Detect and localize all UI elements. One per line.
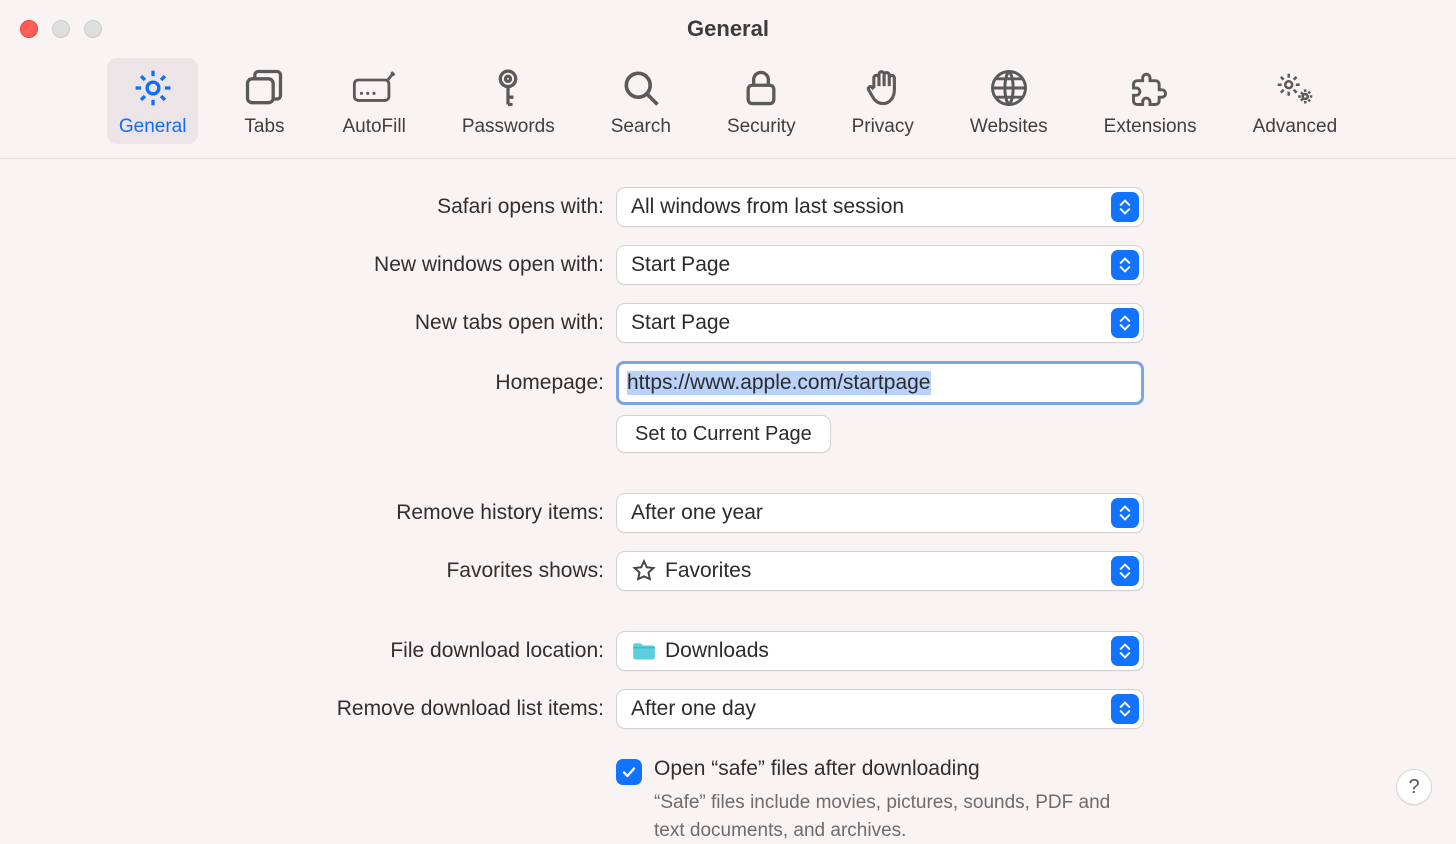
safari-opens-with-select[interactable]: All windows from last session	[616, 187, 1144, 227]
search-icon	[619, 66, 663, 110]
open-safe-files-checkbox[interactable]	[616, 759, 642, 785]
tab-label: Extensions	[1104, 116, 1197, 138]
homepage-field-focus-ring: https://www.apple.com/startpage	[616, 361, 1144, 405]
tab-extensions[interactable]: Extensions	[1092, 58, 1209, 144]
tabs-icon	[242, 66, 286, 110]
window-controls	[20, 20, 102, 38]
label-remove-history: Remove history items:	[0, 501, 616, 525]
tab-general[interactable]: General	[107, 58, 199, 144]
tab-label: Advanced	[1253, 116, 1338, 138]
select-value: All windows from last session	[631, 195, 904, 219]
minimize-window-button[interactable]	[52, 20, 70, 38]
tab-websites[interactable]: Websites	[958, 58, 1060, 144]
chevron-updown-icon	[1111, 308, 1139, 338]
star-icon	[631, 560, 657, 582]
tab-label: AutoFill	[342, 116, 405, 138]
tab-security[interactable]: Security	[715, 58, 808, 144]
puzzle-icon	[1128, 66, 1172, 110]
label-remove-downloads: Remove download list items:	[0, 697, 616, 721]
tab-label: Websites	[970, 116, 1048, 138]
new-tabs-select[interactable]: Start Page	[616, 303, 1144, 343]
tab-search[interactable]: Search	[599, 58, 683, 144]
tab-passwords[interactable]: Passwords	[450, 58, 567, 144]
key-icon	[486, 66, 530, 110]
favorites-shows-select[interactable]: Favorites	[616, 551, 1144, 591]
tab-label: Search	[611, 116, 671, 138]
select-value: After one day	[631, 697, 756, 721]
titlebar: General	[0, 0, 1456, 58]
tab-label: Tabs	[244, 116, 284, 138]
hand-icon	[861, 66, 905, 110]
label-safari-opens: Safari opens with:	[0, 195, 616, 219]
chevron-updown-icon	[1111, 498, 1139, 528]
tab-label: Privacy	[852, 116, 914, 138]
new-windows-select[interactable]: Start Page	[616, 245, 1144, 285]
globe-icon	[987, 66, 1031, 110]
gear-icon	[131, 66, 175, 110]
window-title: General	[0, 16, 1456, 42]
label-new-tabs: New tabs open with:	[0, 311, 616, 335]
lock-icon	[739, 66, 783, 110]
close-window-button[interactable]	[20, 20, 38, 38]
folder-icon	[631, 640, 657, 662]
select-value: Start Page	[631, 311, 730, 335]
label-favorites-shows: Favorites shows:	[0, 559, 616, 583]
tab-label: Security	[727, 116, 796, 138]
tab-privacy[interactable]: Privacy	[840, 58, 926, 144]
preferences-toolbar: General Tabs AutoFill	[0, 58, 1456, 159]
open-safe-files-label: Open “safe” files after downloading	[654, 757, 1144, 781]
gears-icon	[1273, 66, 1317, 110]
help-button[interactable]: ?	[1396, 769, 1432, 805]
select-value: Favorites	[665, 559, 751, 583]
tab-label: General	[119, 116, 187, 138]
chevron-updown-icon	[1111, 636, 1139, 666]
remove-history-select[interactable]: After one year	[616, 493, 1144, 533]
autofill-icon	[352, 66, 396, 110]
homepage-input[interactable]: https://www.apple.com/startpage	[621, 366, 1139, 400]
select-value: Downloads	[665, 639, 769, 663]
zoom-window-button[interactable]	[84, 20, 102, 38]
tab-label: Passwords	[462, 116, 555, 138]
chevron-updown-icon	[1111, 694, 1139, 724]
label-homepage: Homepage:	[0, 371, 616, 395]
tab-advanced[interactable]: Advanced	[1241, 58, 1350, 144]
chevron-updown-icon	[1111, 556, 1139, 586]
download-location-select[interactable]: Downloads	[616, 631, 1144, 671]
remove-downloads-select[interactable]: After one day	[616, 689, 1144, 729]
general-pane: Safari opens with: All windows from last…	[0, 159, 1456, 844]
chevron-updown-icon	[1111, 192, 1139, 222]
label-download-location: File download location:	[0, 639, 616, 663]
safe-files-hint: “Safe” files include movies, pictures, s…	[654, 789, 1144, 844]
tab-tabs[interactable]: Tabs	[230, 58, 298, 144]
select-value: Start Page	[631, 253, 730, 277]
select-value: After one year	[631, 501, 763, 525]
label-new-windows: New windows open with:	[0, 253, 616, 277]
homepage-value: https://www.apple.com/startpage	[627, 371, 931, 395]
set-to-current-page-button[interactable]: Set to Current Page	[616, 415, 831, 453]
chevron-updown-icon	[1111, 250, 1139, 280]
tab-autofill[interactable]: AutoFill	[330, 58, 417, 144]
